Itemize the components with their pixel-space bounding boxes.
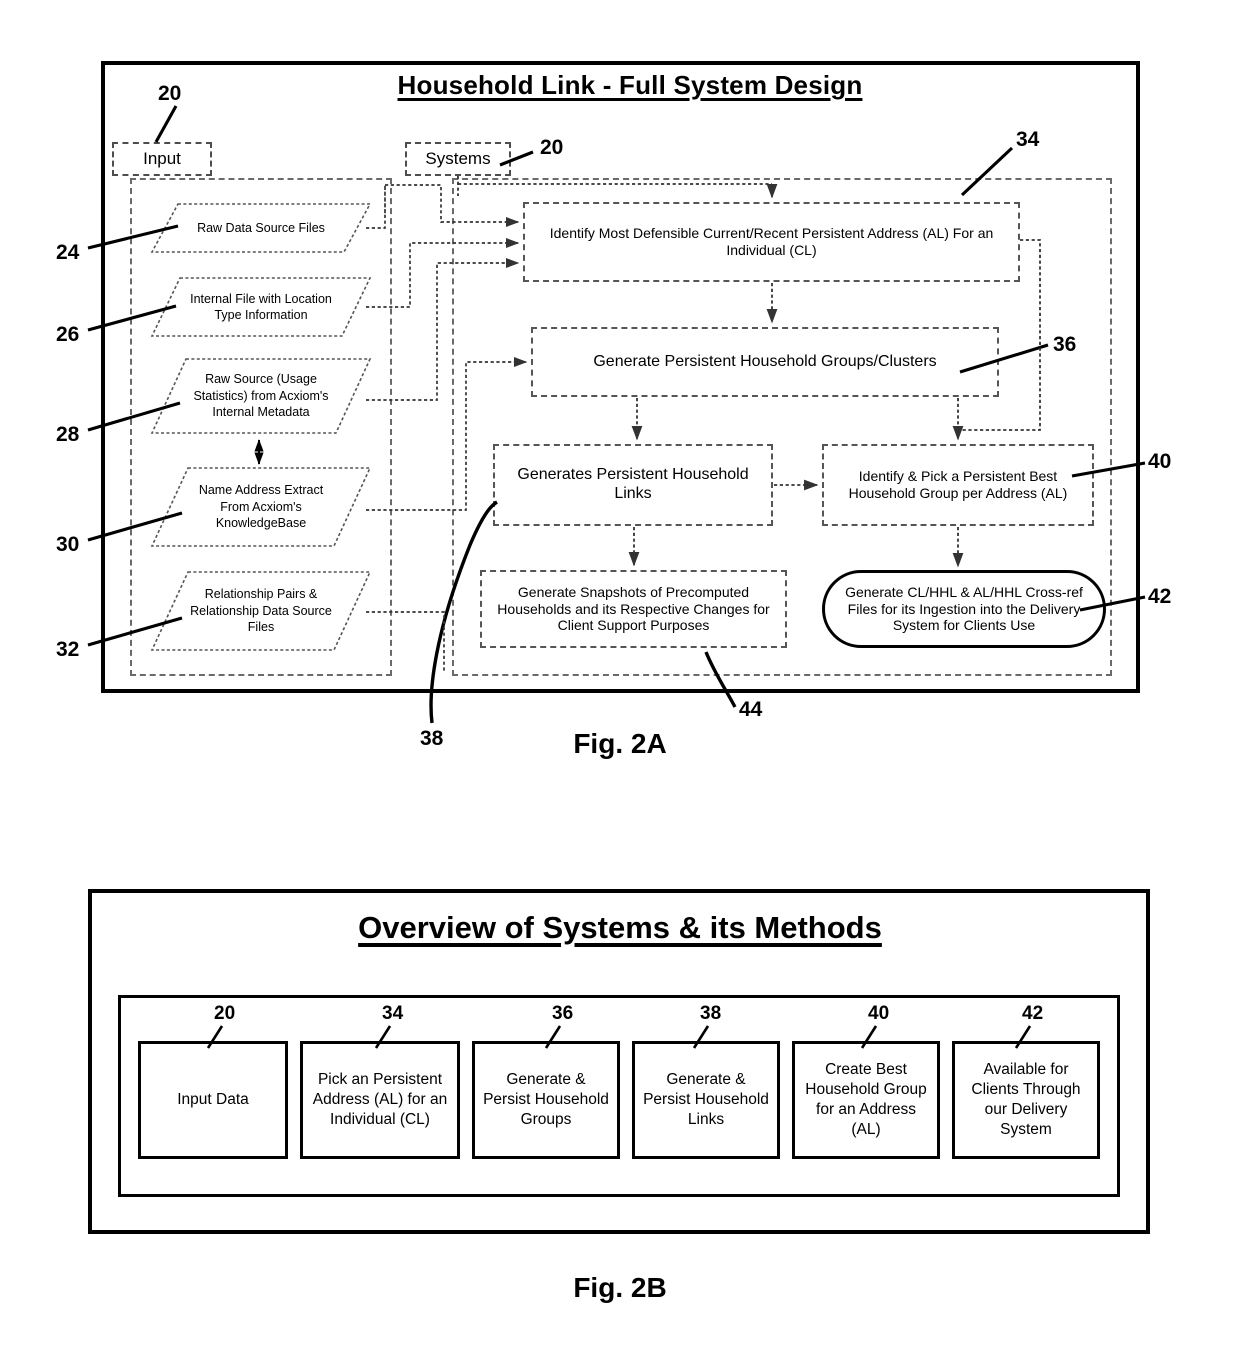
input-node-raw-source-usage-statistics: Raw Source (Usage Statistics) from Acxio… [150,357,372,435]
ref-numeral-34: 34 [1016,128,1040,151]
process-box-generates-household-links: Generates Persistent Household Links [493,444,773,526]
fig2b-ref-42: 42 [1022,1003,1044,1024]
input-node-label: Relationship Pairs & Relationship Data S… [190,587,332,635]
fig2b-step-label: Generate & Persist Household Groups [483,1070,609,1129]
ref-numeral-28: 28 [56,423,80,446]
fig2a-title: Household Link - Full System Design [397,70,863,100]
input-node-label: Raw Data Source Files [197,220,325,235]
ref-numeral-44: 44 [739,698,763,721]
ref-numeral-20-systems: 20 [540,136,564,159]
input-tag-box: Input [112,142,212,176]
process-box-label: Generates Persistent Household Links [517,466,749,502]
terminator-generate-crossref-files: Generate CL/HHL & AL/HHL Cross-ref Files… [822,570,1106,648]
fig2b-step-create-best-group: Create Best Household Group for an Addre… [792,1041,940,1159]
input-tag-label: Input [143,149,181,168]
fig2b-step-label: Create Best Household Group for an Addre… [805,1060,927,1139]
fig2b-step-available-for-clients: Available for Clients Through our Delive… [952,1041,1100,1159]
fig2b-ref-40: 40 [868,1003,890,1024]
fig2b-step-input-data: Input Data [138,1041,288,1159]
input-node-name-address-extract: Name Address Extract From Acxiom's Knowl… [150,466,372,548]
fig2b-step-label: Pick an Persistent Address (AL) for an I… [312,1070,448,1129]
process-box-identify-persistent-address: Identify Most Defensible Current/Recent … [523,202,1020,282]
ref-numeral-38: 38 [420,727,444,750]
ref-numeral-40: 40 [1148,450,1172,473]
patent-figure-page: Household Link - Full System Design Inpu… [0,0,1240,1360]
fig2b-ref-34: 34 [382,1003,404,1024]
fig2b-caption: Fig. 2B [573,1272,667,1303]
fig2b-step-generate-persist-links: Generate & Persist Household Links [632,1041,780,1159]
input-node-label: Internal File with Location Type Informa… [190,291,332,323]
fig2a-caption: Fig. 2A [573,728,667,759]
input-node-internal-file-location-type: Internal File with Location Type Informa… [150,276,372,338]
fig2b-step-generate-persist-groups: Generate & Persist Household Groups [472,1041,620,1159]
systems-tag-label: Systems [425,149,491,168]
fig2b-step-label: Available for Clients Through our Delive… [971,1060,1081,1139]
fig2b-step-label: Generate & Persist Household Links [643,1070,769,1129]
fig2b-ref-20: 20 [214,1003,236,1024]
fig2b-ref-36: 36 [552,1003,574,1024]
process-box-label: Generate Persistent Household Groups/Clu… [593,352,937,370]
fig2b-ref-38: 38 [700,1003,722,1024]
systems-tag-box: Systems [405,142,511,176]
process-box-label: Generate Snapshots of Precomputed Househ… [497,584,770,634]
input-node-label: Raw Source (Usage Statistics) from Acxio… [193,372,329,420]
process-box-label: Identify Most Defensible Current/Recent … [549,225,994,258]
fig2b-step-pick-persistent-address: Pick an Persistent Address (AL) for an I… [300,1041,460,1159]
process-box-label: Identify & Pick a Persistent Best Househ… [848,468,1068,501]
fig2b-step-label: Input Data [177,1090,249,1108]
input-node-raw-data-source-files: Raw Data Source Files [150,202,372,254]
input-node-label: Name Address Extract From Acxiom's Knowl… [198,483,324,531]
terminator-label: Generate CL/HHL & AL/HHL Cross-ref Files… [845,584,1083,634]
process-box-generate-household-groups: Generate Persistent Household Groups/Clu… [531,327,999,397]
ref-numeral-32: 32 [56,638,80,661]
process-box-generate-snapshots: Generate Snapshots of Precomputed Househ… [480,570,787,648]
ref-numeral-20-input: 20 [158,82,182,105]
ref-numeral-36: 36 [1053,333,1077,356]
ref-numeral-26: 26 [56,323,80,346]
fig2b-title: Overview of Systems & its Methods [358,910,882,945]
input-node-relationship-pairs: Relationship Pairs & Relationship Data S… [150,570,372,652]
ref-numeral-42: 42 [1148,585,1172,608]
ref-numeral-30: 30 [56,533,80,556]
ref-numeral-24: 24 [56,241,80,264]
process-box-identify-best-household-group: Identify & Pick a Persistent Best Househ… [822,444,1094,526]
